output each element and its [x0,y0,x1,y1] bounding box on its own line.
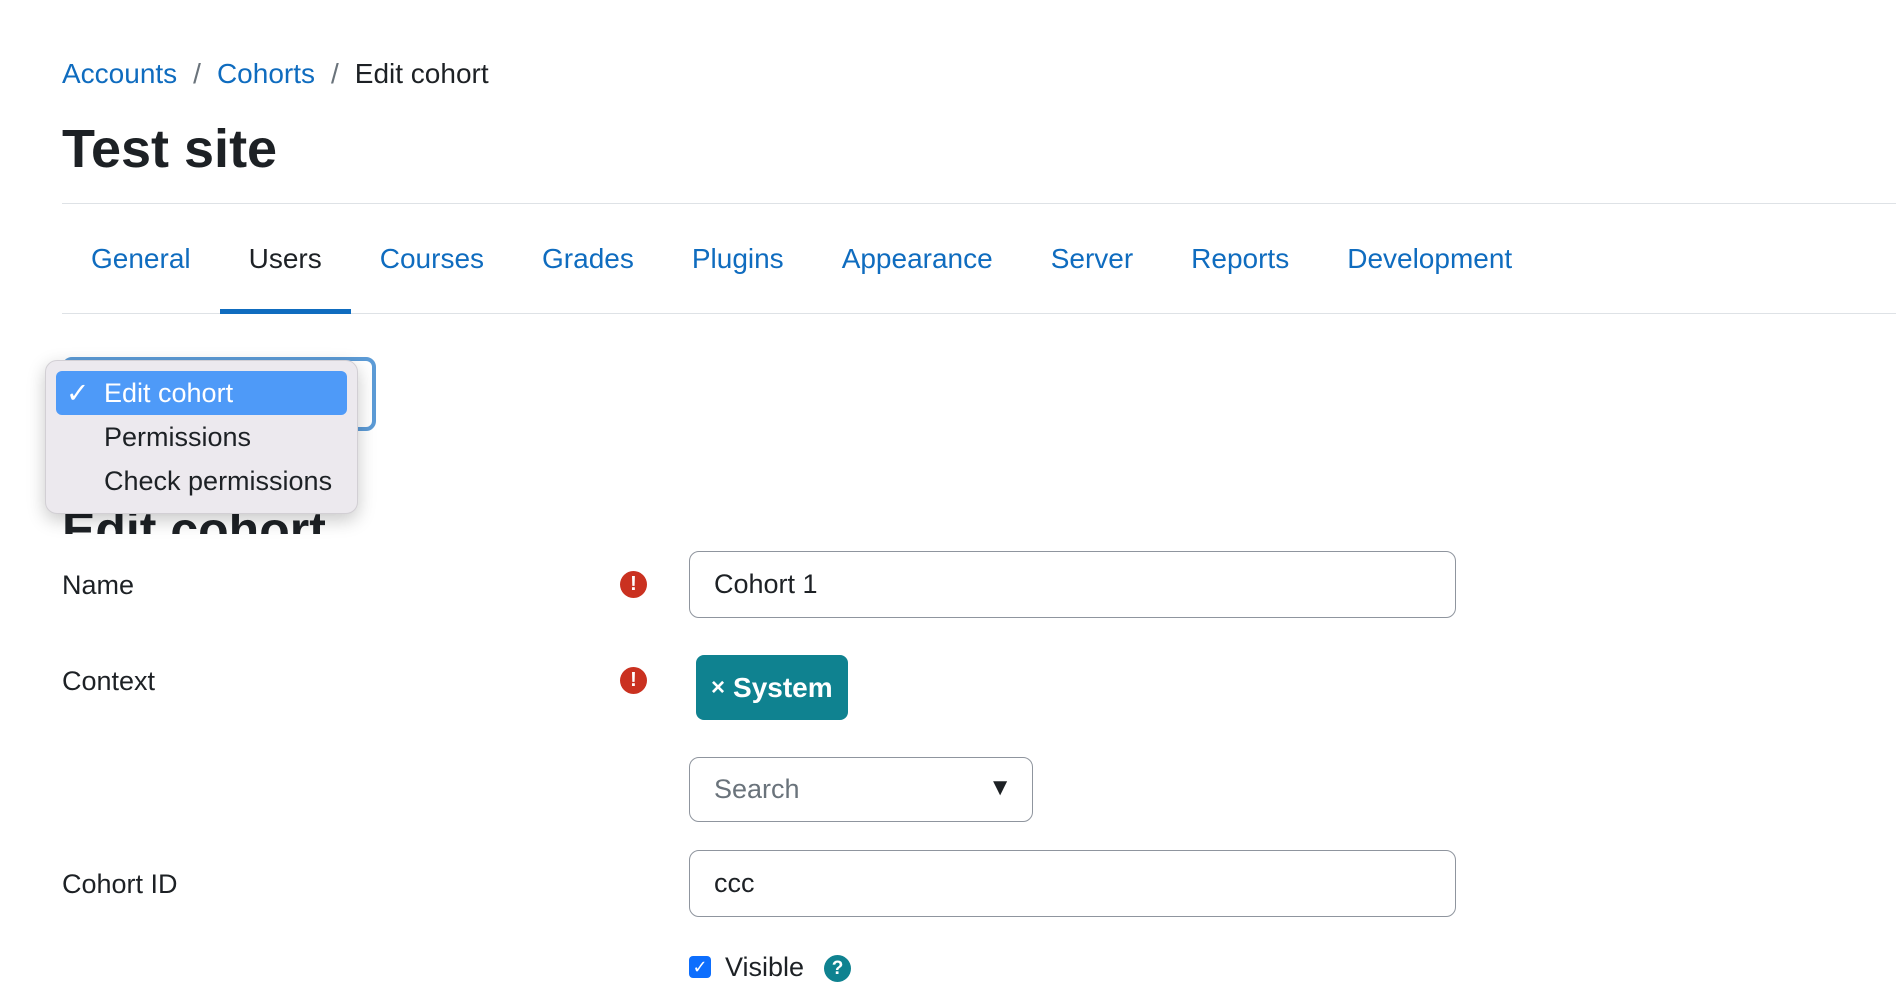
caret-down-icon[interactable]: ▼ [988,774,1012,802]
tag-label: System [733,671,833,703]
remove-icon[interactable]: × [711,674,725,702]
tab-grades[interactable]: Grades [513,204,663,313]
required-icon: ! [620,667,647,694]
admin-tabs: General Users Courses Grades Plugins App… [62,204,1896,314]
dropdown-option-edit-cohort[interactable]: ✓ Edit cohort [56,371,347,415]
tab-general[interactable]: General [62,204,220,313]
context-search-select[interactable]: Search ▼ [689,757,1033,822]
option-label: Permissions [104,421,252,452]
page: Accounts / Cohorts / Edit cohort Test si… [0,0,1896,1002]
search-placeholder: Search [714,774,800,804]
tab-plugins[interactable]: Plugins [663,204,813,313]
option-label: Edit cohort [104,377,234,408]
checkmark-icon: ✓ [66,377,90,409]
tab-courses[interactable]: Courses [351,204,513,313]
name-label: Name [62,570,135,600]
cohort-id-input[interactable]: ccc [689,850,1456,917]
tab-users[interactable]: Users [219,204,351,314]
page-title: Test site [62,119,278,179]
visible-checkbox[interactable]: ✓ [689,956,711,978]
tab-reports[interactable]: Reports [1162,204,1318,313]
breadcrumb-separator: / [331,58,339,89]
breadcrumb-link-cohorts[interactable]: Cohorts [217,58,315,90]
breadcrumb-separator: / [193,58,201,89]
breadcrumb-current: Edit cohort [354,58,489,89]
dropdown-option-check-permissions[interactable]: Check permissions [56,459,347,503]
cohort-id-label: Cohort ID [62,869,178,899]
dropdown-option-permissions[interactable]: Permissions [56,415,347,459]
context-label: Context [62,666,156,696]
action-menu-dropdown: ✓ Edit cohort Permissions Check permissi… [45,360,358,514]
tab-appearance[interactable]: Appearance [813,204,1022,313]
visible-label: Visible [725,952,805,982]
required-icon: ! [620,571,647,598]
breadcrumb-link-accounts[interactable]: Accounts [62,58,177,90]
breadcrumb: Accounts / Cohorts / Edit cohort [62,58,489,90]
option-label: Check permissions [104,465,333,496]
context-tag-system[interactable]: × System [696,655,848,720]
tab-server[interactable]: Server [1022,204,1162,313]
help-icon[interactable]: ? [824,955,851,982]
name-input[interactable]: Cohort 1 [689,551,1456,618]
tab-development[interactable]: Development [1318,204,1541,313]
